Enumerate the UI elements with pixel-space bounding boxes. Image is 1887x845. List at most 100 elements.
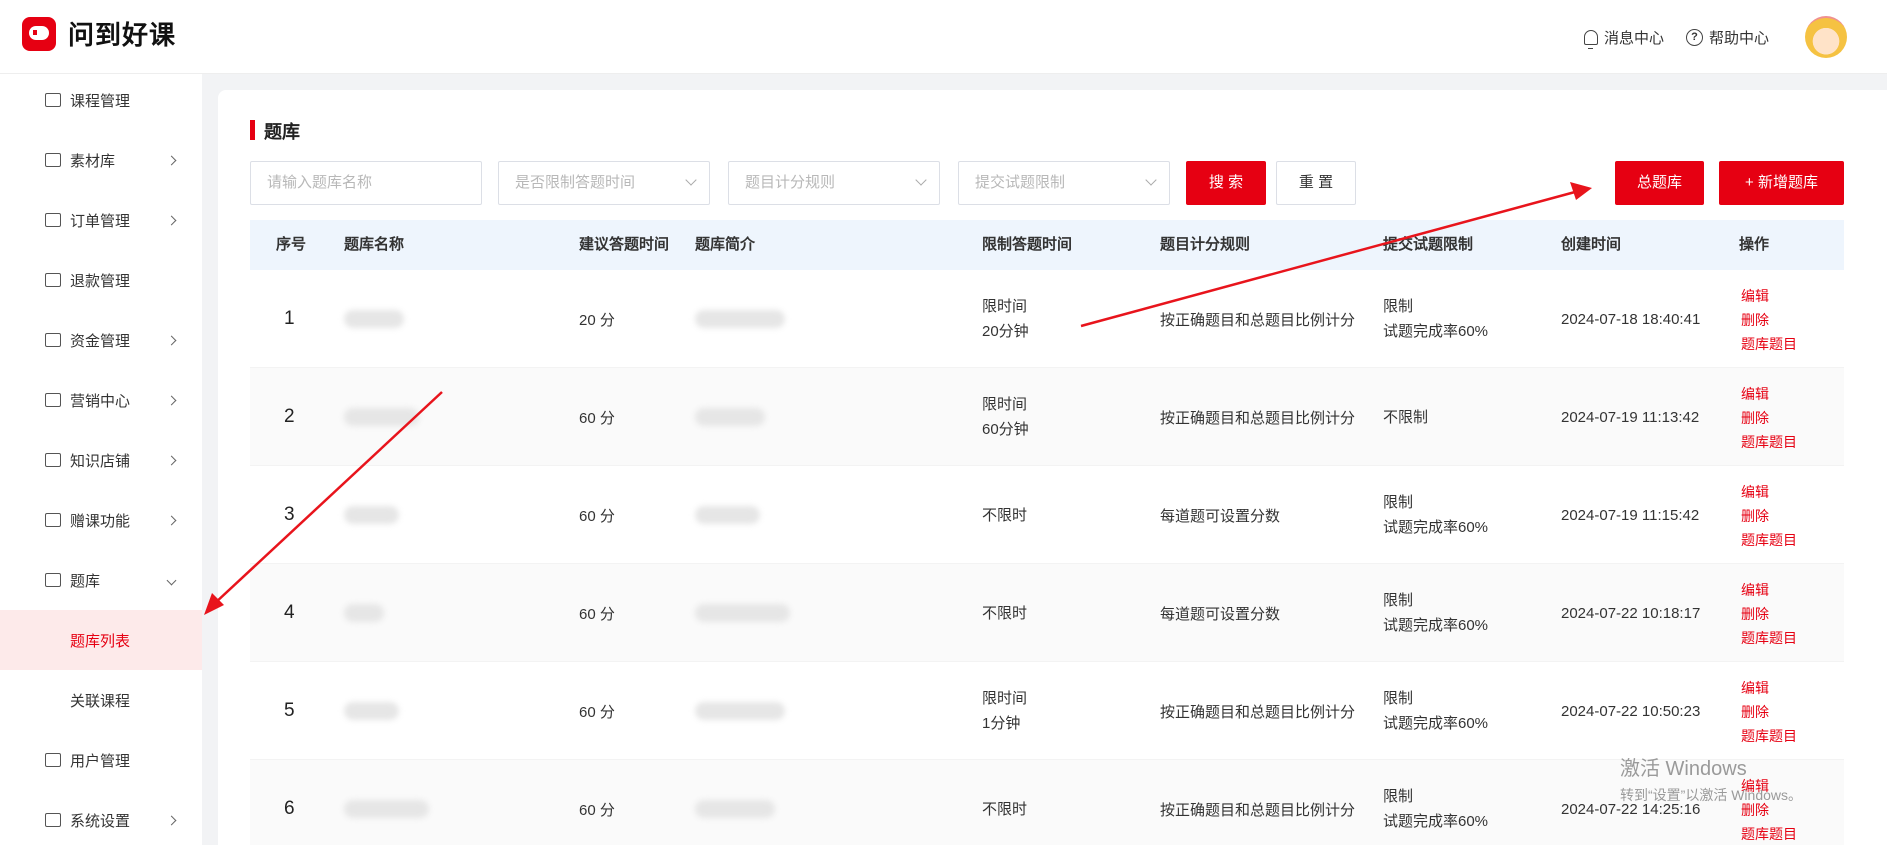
total-bank-button[interactable]: 总题库	[1615, 161, 1704, 205]
bell-icon	[1583, 29, 1598, 49]
delete-link[interactable]: 删除	[1741, 406, 1797, 430]
sidebar-item-6[interactable]: 知识店铺	[0, 430, 202, 490]
chevron-down-icon	[166, 575, 177, 585]
bank-intro-redacted	[695, 604, 790, 622]
row-actions: 编辑 删除 题库题目	[1741, 676, 1797, 748]
column-header: 序号	[276, 236, 307, 253]
row-number: 5	[284, 700, 295, 721]
delete-link[interactable]: 删除	[1741, 308, 1797, 332]
suggested-time: 20 分	[579, 311, 615, 329]
sidebar-item-label: 题库	[70, 572, 101, 590]
chevron-right-icon	[166, 515, 177, 525]
column-header: 创建时间	[1561, 236, 1622, 253]
suggested-time: 60 分	[579, 409, 615, 427]
chevron-right-icon	[166, 455, 177, 465]
delete-link[interactable]: 删除	[1741, 700, 1797, 724]
edit-link[interactable]: 编辑	[1741, 284, 1797, 308]
order-icon	[45, 213, 61, 227]
bank-name-input[interactable]: 请输入题库名称	[250, 161, 482, 205]
sidebar-item-10[interactable]: 关联课程	[0, 670, 202, 730]
row-actions: 编辑 删除 题库题目	[1741, 480, 1797, 552]
time-limit-select[interactable]: 是否限制答题时间	[498, 161, 710, 205]
help-center-link[interactable]: ? 帮助中心	[1685, 27, 1769, 48]
settings-icon	[45, 813, 61, 827]
questions-link[interactable]: 题库题目	[1741, 724, 1797, 748]
table-row: 3 60 分 不限时 每道题可设置分数 限制 试题完成率60% 2024-07-19 11:…	[250, 466, 1844, 564]
sidebar-item-9[interactable]: 题库列表	[0, 610, 202, 670]
suggested-time: 60 分	[579, 507, 615, 525]
row-actions: 编辑 删除 题库题目	[1741, 284, 1797, 356]
time-limit: 限时间 1分钟	[982, 662, 1027, 760]
chevron-right-icon	[166, 395, 177, 405]
main-card: 题库 请输入题库名称 是否限制答题时间 题目计分规则 提交试题限制 搜 索 重 …	[218, 90, 1887, 845]
submit-limit-line1: 限制	[1383, 690, 1414, 707]
sidebar-item-8[interactable]: 题库	[0, 550, 202, 610]
edit-link[interactable]: 编辑	[1741, 578, 1797, 602]
bank-name-redacted	[344, 506, 399, 524]
delete-link[interactable]: 删除	[1741, 504, 1797, 528]
chevron-right-icon	[166, 215, 177, 225]
sidebar-item-11[interactable]: 用户管理	[0, 730, 202, 790]
sidebar-item-7[interactable]: 赠课功能	[0, 490, 202, 550]
sidebar-item-label: 知识店铺	[70, 452, 131, 470]
sidebar: 课程管理 素材库 订单管理 退款管理 资金管理 营销中心 知识店铺 赠课功能 题库 题库列表 关联课…	[0, 74, 202, 845]
submit-limit: 限制 试题完成率60%	[1383, 662, 1488, 760]
time-limit-line1: 不限时	[982, 800, 1028, 818]
edit-link[interactable]: 编辑	[1741, 676, 1797, 700]
edit-link[interactable]: 编辑	[1741, 480, 1797, 504]
time-limit-line2: 1分钟	[982, 715, 1021, 732]
submit-limit-line1: 不限制	[1383, 408, 1429, 426]
sidebar-item-0[interactable]: 课程管理	[0, 70, 202, 130]
table-row: 4 60 分 不限时 每道题可设置分数 限制 试题完成率60% 2024-07-22 10:…	[250, 564, 1844, 662]
scoring-rule: 按正确题目和总题目比例计分	[1160, 409, 1356, 427]
time-limit: 不限时	[982, 760, 1027, 845]
sidebar-item-12[interactable]: 系统设置	[0, 790, 202, 845]
questions-link[interactable]: 题库题目	[1741, 332, 1797, 356]
table-row: 5 60 分 限时间 1分钟 按正确题目和总题目比例计分 限制 试题完成率60% 2024-0…	[250, 662, 1844, 760]
submit-limit: 限制 试题完成率60%	[1383, 760, 1488, 845]
submit-limit: 限制 试题完成率60%	[1383, 466, 1488, 564]
questions-link[interactable]: 题库题目	[1741, 430, 1797, 454]
submit-limit-line1: 限制	[1383, 592, 1414, 609]
row-number: 2	[284, 406, 295, 427]
created-time: 2024-07-18 18:40:41	[1561, 310, 1701, 328]
time-limit-line1: 限时间	[982, 396, 1028, 413]
suggested-time: 60 分	[579, 605, 615, 623]
chevron-right-icon	[166, 815, 177, 825]
questions-link[interactable]: 题库题目	[1741, 626, 1797, 650]
sidebar-item-label: 关联课程	[70, 692, 131, 710]
reset-button[interactable]: 重 置	[1276, 161, 1356, 205]
logo-icon	[22, 16, 56, 51]
submit-limit-line2: 试题完成率60%	[1383, 617, 1489, 634]
column-header: 建议答题时间	[579, 236, 670, 253]
sidebar-item-2[interactable]: 订单管理	[0, 190, 202, 250]
sidebar-item-3[interactable]: 退款管理	[0, 250, 202, 310]
sidebar-item-4[interactable]: 资金管理	[0, 310, 202, 370]
row-actions: 编辑 删除 题库题目	[1741, 382, 1797, 454]
windows-watermark: 激活 Windows 转到“设置”以激活 Windows。	[1620, 752, 1802, 805]
time-limit-line2: 20分钟	[982, 323, 1029, 340]
sidebar-item-label: 资金管理	[70, 332, 131, 350]
sidebar-item-1[interactable]: 素材库	[0, 130, 202, 190]
app-name: 问到好课	[68, 20, 177, 50]
sidebar-item-label: 用户管理	[70, 752, 131, 770]
search-button[interactable]: 搜 索	[1186, 161, 1266, 205]
top-header: 问到好课 消息中心 ? 帮助中心	[0, 0, 1887, 74]
edit-link[interactable]: 编辑	[1741, 382, 1797, 406]
add-bank-button[interactable]: + 新增题库	[1719, 161, 1844, 205]
app-logo[interactable]: 问到好课	[22, 15, 176, 52]
submit-limit-select[interactable]: 提交试题限制	[958, 161, 1170, 205]
questions-link[interactable]: 题库题目	[1741, 822, 1797, 845]
shop-icon	[45, 453, 61, 467]
delete-link[interactable]: 删除	[1741, 602, 1797, 626]
message-center-link[interactable]: 消息中心	[1583, 27, 1664, 49]
sidebar-item-5[interactable]: 营销中心	[0, 370, 202, 430]
questions-link[interactable]: 题库题目	[1741, 528, 1797, 552]
scoring-rule-select[interactable]: 题目计分规则	[728, 161, 940, 205]
avatar[interactable]	[1805, 16, 1847, 58]
chevron-right-icon	[166, 335, 177, 345]
chevron-down-icon	[1145, 174, 1157, 186]
help-center-label: 帮助中心	[1708, 29, 1769, 47]
column-header: 题目计分规则	[1160, 236, 1251, 253]
submit-limit-line1: 限制	[1383, 298, 1414, 315]
